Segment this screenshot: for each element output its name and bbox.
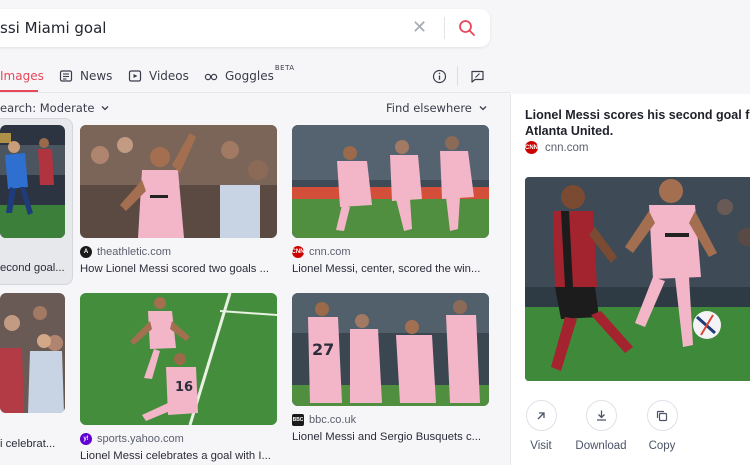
- tab-videos[interactable]: Videos: [128, 62, 189, 90]
- copy-button[interactable]: [646, 400, 678, 431]
- visit-button[interactable]: [525, 400, 557, 431]
- image-result[interactable]: A theathletic.com How Lionel Messi score…: [80, 125, 277, 285]
- search-bar[interactable]: ssi Miami goal ✕: [0, 9, 490, 47]
- result-thumbnail: [0, 293, 65, 413]
- result-type-tabs: Images News Videos GogglesBETA: [0, 62, 495, 92]
- image-detail-panel: Lionel Messi scores his second goal f At…: [510, 94, 750, 465]
- cnn-logo-icon: CNN: [292, 246, 305, 258]
- image-result[interactable]: 27 BBC bbc.co.uk Lionel Messi and Sergio…: [292, 293, 489, 453]
- copy-label: Copy: [648, 440, 676, 452]
- result-caption: How Lionel Messi scored two goals ...: [80, 263, 269, 275]
- tab-videos-label: Videos: [149, 69, 189, 83]
- download-action[interactable]: Download: [573, 400, 629, 452]
- detail-image[interactable]: [525, 177, 750, 381]
- tab-goggles-label: Goggles: [225, 69, 274, 83]
- beta-badge: BETA: [274, 64, 295, 72]
- detail-source-text: cnn.com: [545, 141, 589, 154]
- tabs-divider: [457, 66, 458, 86]
- detail-title-line-1: Lionel Messi scores his second goal f: [525, 108, 750, 122]
- result-source: BBC bbc.co.uk: [292, 414, 356, 426]
- copy-action[interactable]: Copy: [646, 400, 678, 452]
- tab-news[interactable]: News: [59, 62, 112, 90]
- tab-goggles[interactable]: GogglesBETA: [204, 62, 295, 90]
- result-thumbnail: [0, 125, 65, 238]
- svg-text:27: 27: [312, 340, 334, 359]
- detail-source[interactable]: CNN cnn.com: [525, 141, 588, 154]
- image-result[interactable]: i celebrat...: [0, 293, 65, 453]
- result-source: A theathletic.com: [80, 246, 171, 258]
- cnn-logo-icon: CNN: [525, 141, 538, 154]
- safesearch-label: earch: Moderate: [0, 101, 95, 115]
- tab-images[interactable]: Images: [0, 62, 44, 92]
- result-source-text: sports.yahoo.com: [97, 433, 184, 445]
- result-source: CNN cnn.com: [292, 246, 351, 258]
- result-thumbnail: [80, 125, 277, 238]
- tab-images-label: Images: [0, 69, 44, 83]
- search-input[interactable]: ssi Miami goal: [0, 19, 106, 37]
- download-icon: [596, 410, 606, 421]
- chevron-down-icon: [479, 106, 487, 111]
- tabs-border: [0, 92, 510, 93]
- news-icon: [59, 70, 73, 82]
- result-source-text: cnn.com: [309, 246, 351, 258]
- search-divider: [444, 17, 445, 39]
- detail-title-line-2: Atlanta United.: [525, 124, 614, 138]
- result-caption: Lionel Messi and Sergio Busquets c...: [292, 431, 482, 443]
- clear-search-icon[interactable]: ✕: [412, 18, 430, 36]
- find-elsewhere-dropdown[interactable]: Find elsewhere: [386, 101, 488, 115]
- visit-label: Visit: [530, 440, 552, 452]
- result-caption: econd goal...: [0, 262, 65, 274]
- chevron-down-icon: [101, 106, 109, 111]
- info-icon[interactable]: [432, 69, 447, 84]
- safesearch-dropdown[interactable]: earch: Moderate: [0, 101, 110, 115]
- download-label: Download: [575, 440, 627, 452]
- download-button[interactable]: [585, 400, 617, 431]
- arrow-up-right-icon: [537, 411, 545, 419]
- image-search-page: ssi Miami goal ✕ Images News Videos Gogg…: [0, 0, 750, 465]
- result-source: y! sports.yahoo.com: [80, 433, 184, 445]
- image-result[interactable]: CNN cnn.com Lionel Messi, center, scored…: [292, 125, 489, 285]
- detail-title[interactable]: Lionel Messi scores his second goal f At…: [525, 107, 750, 139]
- result-source-text: bbc.co.uk: [309, 414, 357, 426]
- feedback-icon[interactable]: [470, 69, 485, 84]
- result-caption: i celebrat...: [0, 438, 56, 450]
- result-thumbnail: 27: [292, 293, 489, 406]
- search-icon[interactable]: [457, 18, 477, 38]
- image-result[interactable]: econd goal...: [0, 125, 65, 285]
- goggles-icon: [204, 73, 218, 81]
- visit-action[interactable]: Visit: [525, 400, 557, 452]
- tab-news-label: News: [80, 69, 113, 83]
- video-icon: [128, 70, 142, 82]
- result-caption: Lionel Messi celebrates a goal with I...: [80, 450, 271, 462]
- svg-text:16: 16: [175, 380, 193, 395]
- copy-icon: [656, 410, 668, 421]
- athletic-logo-icon: A: [80, 246, 92, 258]
- result-caption: Lionel Messi, center, scored the win...: [292, 263, 481, 275]
- result-thumbnail: 16: [80, 293, 277, 425]
- find-elsewhere-label: Find elsewhere: [386, 101, 472, 115]
- result-source-text: theathletic.com: [97, 246, 171, 258]
- image-result[interactable]: 16 y! sports.yahoo.com Lionel Messi cele…: [80, 293, 277, 463]
- yahoo-logo-icon: y!: [80, 433, 92, 445]
- result-thumbnail: [292, 125, 489, 238]
- bbc-logo-icon: BBC: [292, 414, 304, 426]
